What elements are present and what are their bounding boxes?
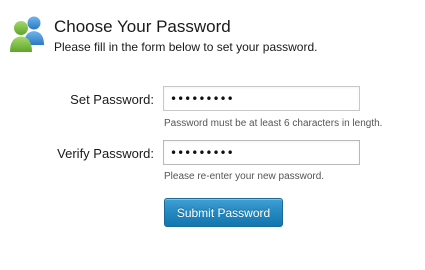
set-password-field[interactable] (163, 86, 360, 111)
submit-password-button[interactable]: Submit Password (164, 198, 283, 227)
users-icon (10, 16, 44, 52)
verify-password-field[interactable] (163, 140, 360, 165)
set-password-hint: Password must be at least 6 characters i… (164, 118, 383, 129)
set-password-label: Set Password: (70, 92, 154, 107)
verify-password-hint: Please re-enter your new password. (164, 171, 325, 182)
verify-password-label: Verify Password: (57, 146, 154, 161)
page-title: Choose Your Password (54, 17, 231, 36)
page-subtitle: Please fill in the form below to set you… (54, 40, 318, 54)
